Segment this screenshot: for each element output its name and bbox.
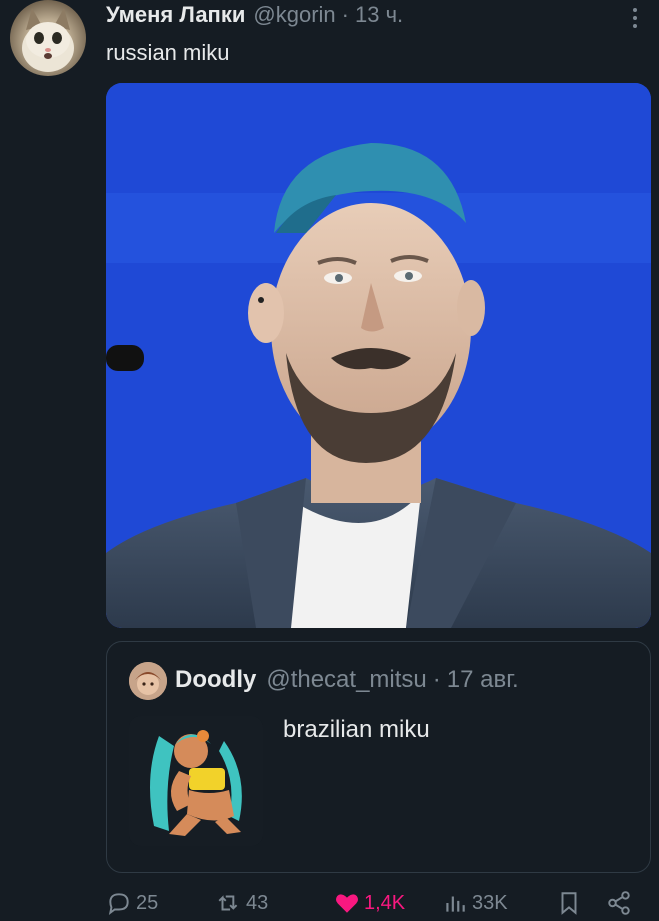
quoted-tweet[interactable]: Doodly @thecat_mitsu · 17 авг. brazilian…: [106, 641, 651, 873]
more-options-button[interactable]: [623, 4, 647, 32]
tweet-actions: 25 43 1,4K 33K: [106, 890, 651, 921]
tweet-text: russian miku: [106, 40, 230, 65]
tweet[interactable]: Уменя Лапки @kgorin · 13 ч. russian miku: [0, 0, 659, 921]
separator-dot: ·: [341, 2, 349, 27]
author-avatar[interactable]: [10, 0, 86, 76]
more-dots-icon: [633, 8, 637, 12]
share-icon: [606, 890, 632, 916]
bookmark-icon: [556, 890, 582, 916]
quoted-author-display-name[interactable]: Doodly: [175, 666, 256, 694]
share-button[interactable]: [606, 890, 632, 916]
views-icon: [442, 890, 468, 916]
views-button[interactable]: 33K: [442, 890, 508, 916]
views-count: 33K: [472, 891, 508, 914]
retweet-icon: [216, 890, 242, 916]
like-count: 1,4K: [364, 891, 406, 914]
reply-count: 25: [136, 891, 159, 914]
tweet-header: Уменя Лапки @kgorin · 13 ч.: [106, 0, 403, 30]
quoted-tweet-header: Doodly @thecat_mitsu · 17 авг.: [175, 666, 519, 694]
separator-dot: ·: [432, 666, 441, 693]
reply-button[interactable]: 25: [106, 890, 158, 916]
like-button[interactable]: 1,4K: [334, 890, 405, 916]
heart-icon: [334, 890, 360, 916]
retweet-count: 43: [246, 891, 269, 914]
tweet-photo[interactable]: [106, 83, 651, 628]
quoted-tweet-text: brazilian miku: [283, 716, 430, 743]
quoted-tweet-time[interactable]: 17 авг.: [447, 666, 519, 694]
bookmark-button[interactable]: [556, 890, 582, 916]
quoted-author-avatar[interactable]: [129, 662, 167, 700]
quoted-author-handle[interactable]: @thecat_mitsu: [266, 666, 426, 694]
retweet-button[interactable]: 43: [216, 890, 268, 916]
author-display-name[interactable]: Уменя Лапки: [106, 2, 245, 28]
tweet-time[interactable]: 13 ч.: [355, 2, 403, 28]
reply-icon: [106, 890, 132, 916]
quoted-tweet-image[interactable]: [129, 716, 263, 846]
author-handle[interactable]: @kgorin: [253, 2, 335, 28]
